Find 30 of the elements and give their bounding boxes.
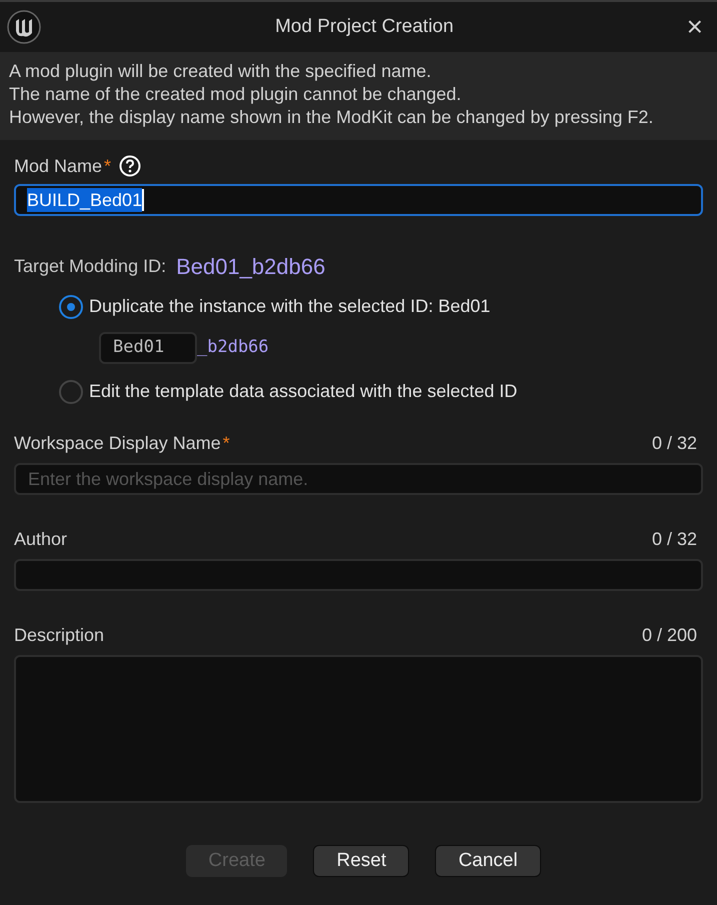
logo-icon (6, 9, 42, 45)
info-text: However, the display name shown in the ModKit can be changed by pressing F2. (9, 106, 654, 129)
info-text: The name of the created mod plugin cannot be changed. (9, 83, 462, 106)
text-field[interactable]: Enter the workspace display name. (14, 463, 703, 495)
target-id-label: Target Modding ID: (14, 255, 166, 278)
target-id-value: Bed01_b2db66 (176, 253, 326, 281)
window-title: Mod Project Creation (275, 14, 454, 39)
radio-option[interactable]: Duplicate the instance with the selected ID: Bed01 (59, 293, 703, 320)
character-counter: 0 / 200 (642, 624, 697, 647)
required-mark: * (104, 155, 112, 178)
description-field[interactable] (14, 655, 703, 803)
id-suffix: _b2db66 (197, 336, 269, 360)
info-text: A mod plugin will be created with the specified name. (9, 60, 432, 83)
dialog-button[interactable]: Cancel (435, 845, 541, 877)
field-label: Workspace Display Name (14, 432, 221, 455)
help-icon[interactable] (119, 155, 142, 177)
mod-name-field[interactable]: BUILD_Bed01 (14, 184, 703, 216)
radio-option[interactable]: Edit the template data associated with the selected ID (59, 378, 703, 405)
radio-button[interactable] (59, 294, 83, 318)
field-label: Mod Name (14, 155, 102, 178)
close-button[interactable]: × (686, 13, 703, 41)
radio-button[interactable] (59, 380, 83, 404)
required-mark: * (222, 432, 230, 455)
character-counter: 0 / 32 (652, 432, 697, 455)
dialog-button[interactable]: Reset (313, 845, 410, 877)
field-label: Author (14, 528, 68, 551)
character-counter: 0 / 32 (652, 528, 697, 551)
text-field[interactable] (14, 559, 703, 591)
field-label: Description (14, 624, 104, 647)
id-field[interactable]: Bed01 (99, 332, 197, 364)
